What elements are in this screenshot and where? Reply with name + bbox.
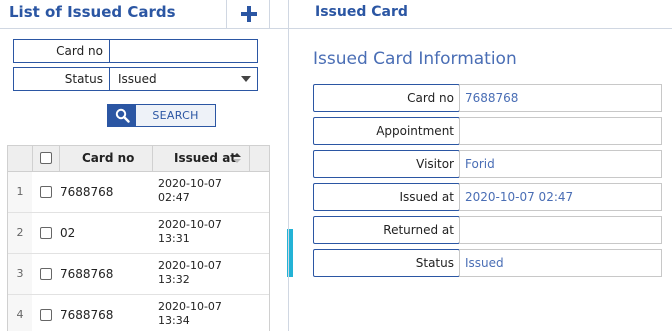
field-label: Issued at <box>313 183 460 211</box>
card-no-filter: Card no <box>13 39 258 63</box>
field-visitor: Visitor Forid <box>313 150 662 178</box>
row-checkbox[interactable] <box>40 186 52 198</box>
add-card-button[interactable] <box>226 0 270 28</box>
row-checkbox[interactable] <box>40 309 52 321</box>
field-label: Appointment <box>313 117 460 145</box>
row-checkbox[interactable] <box>40 227 52 239</box>
issued-cards-table: Card no Issued at 1 7688768 2020-10-07 0… <box>7 145 270 331</box>
search-button[interactable]: SEARCH <box>107 104 216 127</box>
section-title: Issued Card Information <box>313 49 517 69</box>
field-label: Status <box>313 249 460 277</box>
card-no-filter-input[interactable] <box>111 40 257 62</box>
table-row[interactable]: 4 7688768 2020-10-07 13:34 <box>8 295 269 331</box>
row-issued-time: 02:47 <box>158 191 190 204</box>
field-appointment: Appointment <box>313 117 662 145</box>
field-value <box>459 216 662 244</box>
row-issued-time: 13:34 <box>158 314 190 327</box>
search-button-label: SEARCH <box>152 109 199 122</box>
detail-header: Issued Card <box>289 0 672 29</box>
row-issued-date: 2020-10-07 <box>158 218 222 231</box>
row-issued-date: 2020-10-07 <box>158 300 222 313</box>
field-value: Forid <box>459 150 662 178</box>
status-filter-select[interactable]: Issued <box>118 68 157 90</box>
field-card-no: Card no 7688768 <box>313 84 662 112</box>
field-label: Returned at <box>313 216 460 244</box>
table-header: Card no Issued at <box>8 145 269 172</box>
field-returned-at: Returned at <box>313 216 662 244</box>
chevron-down-icon[interactable] <box>241 76 251 82</box>
row-card-no: 7688768 <box>60 185 114 199</box>
row-issued-time: 13:31 <box>158 232 190 245</box>
field-value: Issued <box>459 249 662 277</box>
list-title: List of Issued Cards <box>9 3 176 21</box>
issued-cards-list-panel: List of Issued Cards Card no Status Issu… <box>0 0 288 331</box>
row-card-no: 7688768 <box>60 267 114 281</box>
field-value <box>459 117 662 145</box>
column-header-issued-at[interactable]: Issued at <box>174 151 236 165</box>
column-header-card-no[interactable]: Card no <box>82 151 134 165</box>
row-number: 3 <box>8 254 32 294</box>
list-header: List of Issued Cards <box>0 0 288 29</box>
row-card-no: 02 <box>60 226 76 240</box>
sort-ascending-icon[interactable] <box>233 153 241 165</box>
row-issued-date: 2020-10-07 <box>158 177 222 190</box>
table-row[interactable]: 2 02 2020-10-07 13:31 <box>8 213 269 254</box>
table-row[interactable]: 3 7688768 2020-10-07 13:32 <box>8 254 269 295</box>
select-all-checkbox[interactable] <box>40 152 52 164</box>
field-label: Visitor <box>313 150 460 178</box>
plus-icon <box>241 6 257 22</box>
field-status: Status Issued <box>313 249 662 277</box>
row-number: 1 <box>8 172 32 212</box>
card-no-filter-label: Card no <box>14 40 110 62</box>
status-filter[interactable]: Status Issued <box>13 67 258 91</box>
search-icon <box>115 108 130 123</box>
row-issued-date: 2020-10-07 <box>158 259 222 272</box>
row-issued-time: 13:32 <box>158 273 190 286</box>
row-checkbox[interactable] <box>40 268 52 280</box>
field-issued-at: Issued at 2020-10-07 02:47 <box>313 183 662 211</box>
field-value: 2020-10-07 02:47 <box>459 183 662 211</box>
field-label: Card no <box>313 84 460 112</box>
row-card-no: 7688768 <box>60 308 114 322</box>
status-filter-label: Status <box>14 68 110 90</box>
panel-divider <box>288 0 289 331</box>
table-row[interactable]: 1 7688768 2020-10-07 02:47 <box>8 172 269 213</box>
row-number: 2 <box>8 213 32 253</box>
detail-title: Issued Card <box>315 4 408 20</box>
row-number: 4 <box>8 295 32 331</box>
field-value: 7688768 <box>459 84 662 112</box>
